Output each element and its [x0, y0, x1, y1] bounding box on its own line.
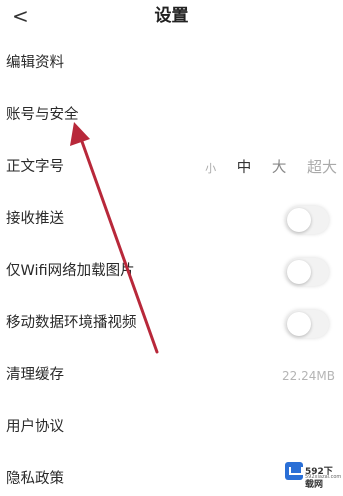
row-label: 编辑资料 — [6, 55, 64, 71]
settings-row-edit-profile[interactable]: 编辑资料 — [0, 38, 343, 90]
watermark-subtext: 592xiazai.com — [305, 474, 342, 480]
cache-size-value: 22.24MB — [282, 369, 335, 383]
font-size-xlarge-option[interactable]: 超大 — [307, 156, 337, 178]
settings-row-font-size: 正文字号 小 中 大 超大 — [0, 142, 343, 194]
row-label: 移动数据环境播视频 — [6, 315, 137, 331]
site-watermark-logo: 592下载网 592xiazai.com — [285, 460, 342, 490]
toggle-knob — [287, 208, 311, 232]
watermark-badge-icon — [285, 462, 303, 480]
font-size-large-option[interactable]: 大 — [272, 157, 287, 179]
settings-row-mobile-autoplay: 移动数据环境播视频 — [0, 298, 343, 350]
toggle-knob — [287, 260, 311, 284]
row-label: 隐私政策 — [6, 471, 64, 487]
settings-row-clear-cache[interactable]: 清理缓存 22.24MB — [0, 350, 343, 402]
settings-row-wifi-images: 仅Wifi网络加载图片 — [0, 246, 343, 298]
receive-push-toggle[interactable] — [285, 206, 329, 234]
wifi-images-toggle[interactable] — [285, 258, 329, 286]
row-label: 用户协议 — [6, 419, 64, 435]
page-title: 设置 — [154, 6, 189, 26]
font-size-medium-option[interactable]: 中 — [237, 157, 252, 179]
row-label: 清理缓存 — [6, 367, 64, 383]
settings-row-account-security[interactable]: 账号与安全 — [0, 90, 343, 142]
row-label: 账号与安全 — [6, 107, 79, 123]
settings-row-receive-push: 接收推送 — [0, 194, 343, 246]
mobile-autoplay-toggle[interactable] — [285, 310, 329, 338]
font-size-small-option[interactable]: 小 — [205, 158, 216, 180]
row-label: 正文字号 — [6, 159, 64, 175]
settings-row-user-agreement[interactable]: 用户协议 — [0, 402, 343, 454]
top-bar: < 设置 — [0, 0, 343, 34]
toggle-knob — [287, 312, 311, 336]
font-size-selector: 小 中 大 超大 — [189, 156, 337, 180]
row-label: 接收推送 — [6, 211, 64, 227]
row-label: 仅Wifi网络加载图片 — [6, 263, 135, 279]
